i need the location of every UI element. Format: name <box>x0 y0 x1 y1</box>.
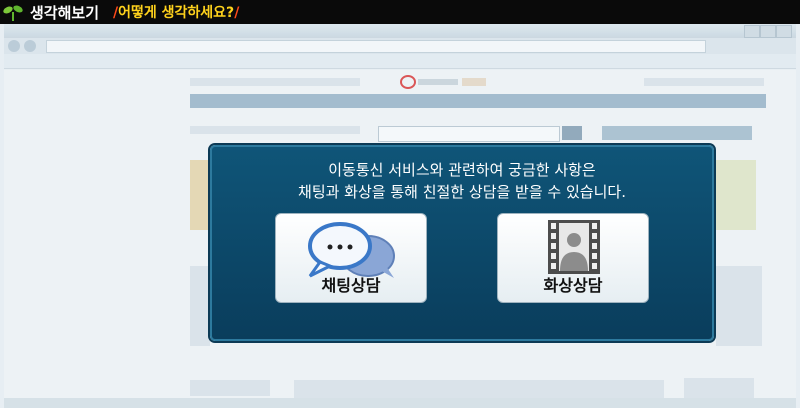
forward-icon[interactable] <box>24 40 36 52</box>
util-links <box>644 78 764 86</box>
news-heading <box>190 126 360 134</box>
footer-info <box>294 380 664 400</box>
header-question: /어떻게 생각하세요?/ <box>113 2 239 22</box>
slash-icon: / <box>234 5 240 21</box>
menu-item[interactable] <box>670 94 766 108</box>
menu-item[interactable] <box>382 94 478 108</box>
site-logo <box>400 75 486 89</box>
modal-line-1: 이동통신 서비스와 관련하여 궁금한 사항은 <box>328 161 596 179</box>
menu-item[interactable] <box>286 94 382 108</box>
header-title: 생각해보기 <box>30 3 100 22</box>
top-links <box>190 78 360 86</box>
url-field[interactable] <box>46 39 706 53</box>
footer-marks <box>684 378 754 400</box>
browser-titlebar <box>4 24 796 38</box>
sprout-icon <box>2 2 24 22</box>
browser-tab[interactable] <box>4 54 796 69</box>
modal-line-2: 채팅과 화상을 통해 친절한 상담을 받을 수 있습니다. <box>298 183 626 201</box>
question-text: 어떻게 생각하세요? <box>118 5 235 21</box>
chat-consult-button[interactable]: 채팅상담 <box>275 213 427 303</box>
menu-item[interactable] <box>478 94 574 108</box>
footer-logo <box>190 380 270 396</box>
address-bar <box>4 38 796 54</box>
site-search-input[interactable] <box>378 126 560 142</box>
search-icon[interactable] <box>562 126 582 140</box>
chat-bubble-icon <box>308 222 395 278</box>
minimize-icon[interactable] <box>744 25 760 38</box>
right-panel-header <box>602 126 752 140</box>
left-list <box>190 266 210 346</box>
menu-item[interactable] <box>574 94 670 108</box>
video-consult-label: 화상상담 <box>543 276 603 295</box>
main-menu <box>190 94 766 108</box>
maximize-icon[interactable] <box>760 25 776 38</box>
video-call-icon <box>548 220 600 274</box>
close-icon[interactable] <box>776 25 792 38</box>
video-consult-button[interactable]: 화상상담 <box>497 213 649 303</box>
right-banner <box>716 160 756 230</box>
menu-item[interactable] <box>190 94 286 108</box>
status-bar <box>4 398 796 408</box>
consult-modal: 이동통신 서비스와 관련하여 궁금한 사항은 채팅과 화상을 통해 친절한 상담… <box>210 145 714 341</box>
chat-consult-label: 채팅상담 <box>321 276 381 295</box>
right-list <box>716 266 762 346</box>
back-icon[interactable] <box>8 40 20 52</box>
header-bar: 생각해보기 /어떻게 생각하세요?/ <box>0 0 800 24</box>
modal-message: 이동통신 서비스와 관련하여 궁금한 사항은 채팅과 화상을 통해 친절한 상담… <box>212 159 712 203</box>
